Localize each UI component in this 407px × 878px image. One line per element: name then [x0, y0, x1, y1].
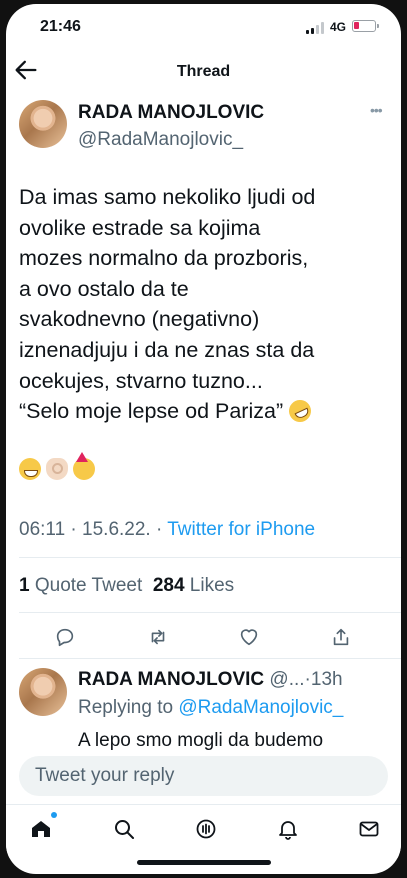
reply-header: RADA MANOJLOVIC @...·13h: [78, 669, 343, 690]
divider: [19, 612, 401, 613]
quote-count: 1: [19, 575, 30, 596]
like-label: Likes: [189, 575, 235, 596]
retweet-icon[interactable]: [147, 626, 169, 648]
like-heart-icon[interactable]: [238, 626, 260, 648]
bottom-nav: [6, 804, 401, 858]
search-icon[interactable]: [112, 817, 136, 841]
thread-header: Thread: [6, 48, 401, 92]
page-title: Thread: [176, 63, 231, 80]
tweet-meta: 06:11 · 15.6.22. · Twitter for iPhone: [19, 519, 316, 540]
tweet-date: 15.6.22.: [82, 519, 151, 540]
tweet-text-line: a ovo ostalo da te: [19, 276, 189, 301]
avatar[interactable]: [19, 100, 67, 148]
replying-label: Replying to: [78, 697, 174, 718]
reply-input[interactable]: [19, 756, 388, 796]
tweet-quote: “Selo moje lepse od Pariza”: [19, 399, 284, 424]
tweet-text-line: Da imas samo nekoliko ljudi od: [19, 185, 316, 209]
network-label: 4G: [330, 20, 347, 34]
divider: [19, 557, 401, 558]
divider: [19, 658, 401, 659]
notifications-bell-icon[interactable]: [276, 817, 300, 841]
phone-screen: 21:46 4G Thread RADA MANOJLOVIC @RadaMan…: [6, 4, 401, 874]
reply-avatar[interactable]: [19, 668, 67, 716]
tweet-text-line: svakodnevno (negativno): [19, 307, 260, 332]
more-options-icon[interactable]: •••: [370, 102, 383, 118]
notification-dot: [51, 812, 57, 818]
signal-icon: [306, 22, 326, 34]
quote-label: Quote Tweet: [34, 575, 143, 596]
author-handle[interactable]: @RadaManojlovic_: [78, 129, 243, 151]
tweet-time: 06:11: [19, 519, 66, 540]
tweet-text: Da imas samo nekoliko ljudi od ovolike e…: [19, 182, 391, 427]
spaces-icon[interactable]: [194, 817, 218, 841]
battery-icon: [352, 20, 376, 32]
messages-envelope-icon[interactable]: [357, 817, 381, 841]
tweet-text-line-last: “Selo moje lepse od Pariza”: [19, 396, 391, 427]
replying-to-mention[interactable]: @RadaManojlovic_: [178, 697, 343, 718]
reply-age: 13h: [310, 669, 343, 690]
tweet-text-line: ocekujes, stvarno tuzno...: [19, 368, 263, 393]
grinning-face-emoji-icon: [19, 458, 41, 480]
reply-text: A lepo smo mogli da budemo: [78, 730, 324, 751]
share-icon[interactable]: [330, 626, 352, 648]
rofl-emoji-icon: [285, 396, 315, 426]
ok-hand-emoji-icon: [46, 458, 68, 480]
emoji-row: [19, 452, 100, 486]
tweet-text-line: iznenadjuju i da ne znas sta da: [19, 337, 315, 362]
reply-author-handle[interactable]: @...: [269, 669, 304, 690]
tweet-text-line: mozes normalno da prozboris,: [19, 246, 309, 271]
tweet-text-line: ovolike estrade sa kojima: [19, 215, 261, 240]
partying-face-emoji-icon: [73, 452, 95, 480]
tweet-stats: 1 Quote Tweet 284 Likes: [19, 575, 234, 597]
author-name[interactable]: RADA MANOJLOVIC: [78, 102, 264, 124]
reply-icon[interactable]: [54, 626, 76, 648]
like-count: 284: [152, 575, 185, 596]
quote-tweets-link[interactable]: 1 Quote Tweet: [19, 575, 142, 596]
reply-author-name[interactable]: RADA MANOJLOVIC: [78, 669, 264, 690]
home-indicator: [137, 860, 271, 865]
home-icon[interactable]: [29, 817, 53, 841]
likes-link[interactable]: 284 Likes: [153, 575, 234, 596]
tweet-source-link[interactable]: Twitter for iPhone: [167, 519, 315, 540]
status-bar: 21:46 4G: [6, 4, 401, 48]
tweet-actions: [6, 620, 401, 656]
replying-to: Replying to @RadaManojlovic_: [78, 697, 343, 719]
status-time: 21:46: [40, 18, 81, 35]
